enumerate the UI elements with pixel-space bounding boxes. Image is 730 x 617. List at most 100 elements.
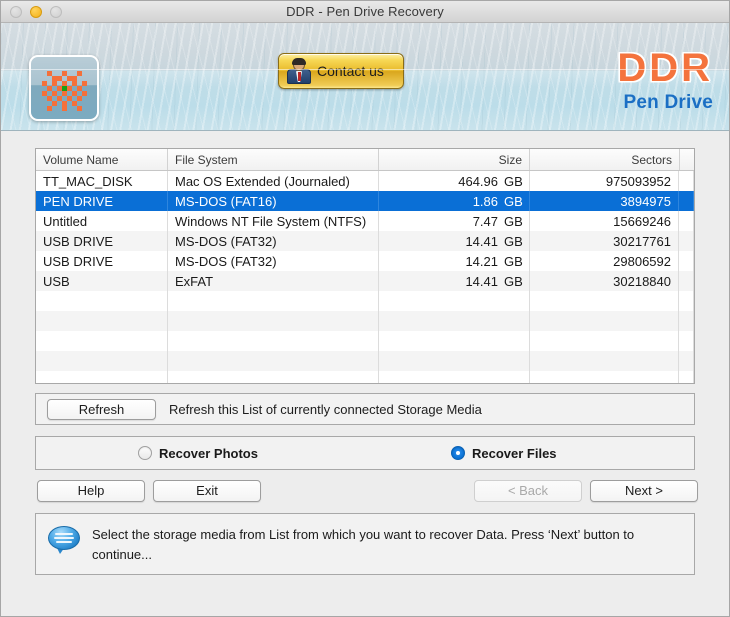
table-row[interactable]: USB ExFAT 14.41 GB 30218840 [36, 271, 694, 291]
cell-file-system [168, 311, 379, 331]
cell-file-system: MS-DOS (FAT32) [168, 251, 379, 271]
next-button[interactable]: Next > [590, 480, 698, 502]
radio-recover-files-indicator[interactable] [450, 446, 465, 460]
cell-size [379, 311, 530, 331]
cell-file-system [168, 351, 379, 371]
header-banner: Contact us DDR Pen Drive [1, 23, 729, 131]
cell-volume-name: USB DRIVE [36, 231, 168, 251]
cell-volume-name [36, 371, 168, 383]
cell-volume-name: USB DRIVE [36, 251, 168, 271]
radio-recover-photos-indicator[interactable] [138, 446, 152, 460]
cell-spacer [679, 311, 694, 331]
cell-sectors [530, 291, 679, 311]
cell-volume-name [36, 311, 168, 331]
application-window: DDR - Pen Drive Recovery Contact us DDR … [0, 0, 730, 617]
cell-volume-name: TT_MAC_DISK [36, 171, 168, 191]
cell-file-system: ExFAT [168, 271, 379, 291]
recovery-mode-panel: Recover Photos Recover Files [35, 436, 695, 470]
column-header-sectors[interactable]: Sectors [530, 149, 680, 170]
table-row[interactable] [36, 311, 694, 331]
window-title: DDR - Pen Drive Recovery [286, 4, 444, 19]
size-unit: GB [504, 253, 523, 269]
cell-volume-name: USB [36, 271, 168, 291]
size-unit: GB [504, 193, 523, 209]
cell-spacer [679, 191, 694, 211]
table-row[interactable]: USB DRIVE MS-DOS (FAT32) 14.21 GB 29806592 [36, 251, 694, 271]
cell-sectors: 29806592 [530, 251, 679, 271]
cell-volume-name: Untitled [36, 211, 168, 231]
navigation-bar: Help Exit < Back Next > [35, 480, 698, 502]
cell-spacer [679, 351, 694, 371]
back-button: < Back [474, 480, 582, 502]
table-row[interactable] [36, 291, 694, 311]
refresh-panel: Refresh Refresh this List of currently c… [35, 393, 695, 425]
cell-file-system [168, 331, 379, 351]
cell-sectors: 975093952 [530, 171, 679, 191]
cell-spacer [679, 231, 694, 251]
brand-logo: DDR Pen Drive [617, 47, 713, 115]
info-message: Select the storage media from List from … [92, 527, 635, 562]
cell-sectors: 3894975 [530, 191, 679, 211]
refresh-button[interactable]: Refresh [47, 398, 156, 420]
table-header-row: Volume Name File System Size Sectors [36, 149, 694, 171]
cell-spacer [679, 211, 694, 231]
cell-spacer [679, 171, 694, 191]
cell-volume-name [36, 291, 168, 311]
radio-recover-photos-label: Recover Photos [159, 445, 258, 461]
cell-size [379, 371, 530, 383]
cell-size [379, 351, 530, 371]
app-icon [29, 55, 99, 121]
table-row[interactable]: TT_MAC_DISK Mac OS Extended (Journaled) 46… [36, 171, 694, 191]
table-row[interactable] [36, 331, 694, 351]
cell-sectors [530, 331, 679, 351]
cell-sectors: 30218840 [530, 271, 679, 291]
cell-size: 14.21 GB [379, 251, 530, 271]
cell-size: 14.41 GB [379, 231, 530, 251]
cell-file-system [168, 371, 379, 383]
table-row[interactable] [36, 351, 694, 371]
cell-size [379, 291, 530, 311]
title-bar: DDR - Pen Drive Recovery [1, 1, 729, 23]
volume-list-panel: Volume Name File System Size Sectors TT_… [35, 148, 695, 384]
table-body: TT_MAC_DISK Mac OS Extended (Journaled) 46… [36, 171, 694, 383]
table-row[interactable] [36, 371, 694, 383]
exit-button[interactable]: Exit [153, 480, 261, 502]
cell-spacer [679, 291, 694, 311]
column-header-size[interactable]: Size [379, 149, 530, 170]
cell-spacer [679, 251, 694, 271]
column-header-spacer [680, 149, 694, 170]
cell-size: 7.47 GB [379, 211, 530, 231]
contact-us-button[interactable]: Contact us [278, 53, 404, 89]
refresh-description: Refresh this List of currently connected… [169, 401, 482, 417]
cell-spacer [679, 371, 694, 383]
cell-size: 14.41 GB [379, 271, 530, 291]
cell-sectors [530, 371, 679, 383]
cell-spacer [679, 271, 694, 291]
cell-sectors [530, 351, 679, 371]
cell-volume-name: PEN DRIVE [36, 191, 168, 211]
cell-file-system: Windows NT File System (NTFS) [168, 211, 379, 231]
main-content: Volume Name File System Size Sectors TT_… [1, 131, 729, 616]
table-row[interactable]: PEN DRIVE MS-DOS (FAT16) 1.86 GB 3894975 [36, 191, 694, 211]
size-unit: GB [504, 273, 523, 289]
table-row[interactable]: USB DRIVE MS-DOS (FAT32) 14.41 GB 30217761 [36, 231, 694, 251]
cell-volume-name [36, 351, 168, 371]
brand-subtitle: Pen Drive [623, 92, 713, 113]
cell-volume-name [36, 331, 168, 351]
cell-size: 464.96 GB [379, 171, 530, 191]
cell-size [379, 331, 530, 351]
cell-file-system: MS-DOS (FAT16) [168, 191, 379, 211]
person-icon [287, 58, 311, 84]
column-header-file-system[interactable]: File System [168, 149, 379, 170]
radio-recover-files-label: Recover Files [471, 445, 557, 461]
help-button[interactable]: Help [37, 480, 145, 502]
radio-recover-photos[interactable]: Recover Photos [138, 446, 258, 461]
size-unit: GB [504, 213, 523, 229]
table-row[interactable]: Untitled Windows NT File System (NTFS) 7.4… [36, 211, 694, 231]
cell-sectors: 15669246 [530, 211, 679, 231]
size-unit: GB [504, 233, 523, 249]
column-header-volume-name[interactable]: Volume Name [36, 149, 168, 170]
radio-recover-files[interactable]: Recover Files [450, 445, 557, 461]
info-panel: Select the storage media from List from … [35, 513, 695, 575]
cell-file-system: Mac OS Extended (Journaled) [168, 171, 379, 191]
